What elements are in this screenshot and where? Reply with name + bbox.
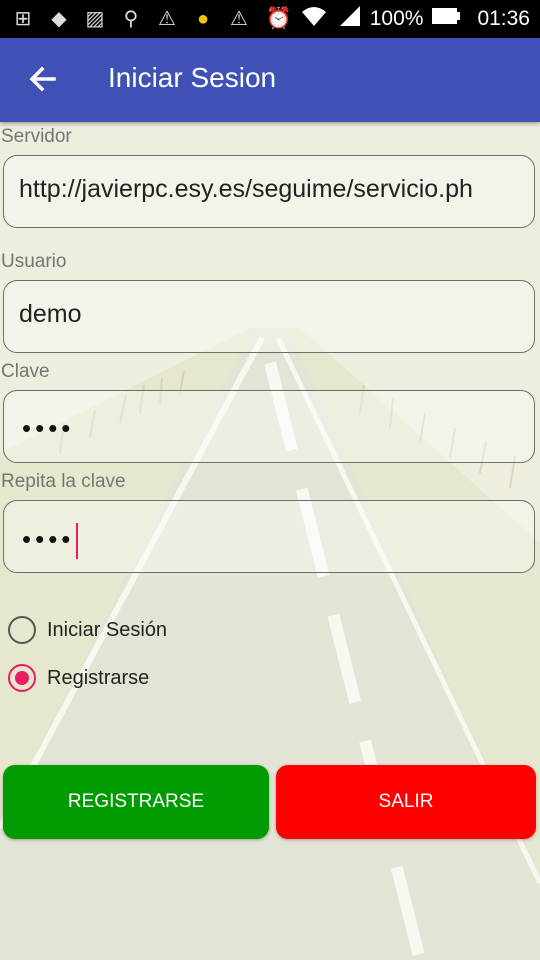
exit-button[interactable]: SALIR [276,765,536,839]
battery-percent: 100% [369,7,424,30]
password-label: Clave [1,361,50,382]
radio-login[interactable]: Iniciar Sesión [8,616,167,644]
repeat-password-row: •••• [22,523,79,559]
user-label: Usuario [1,251,67,272]
radio-register[interactable]: Registrarse [8,664,149,692]
page-title: Iniciar Sesion [108,62,277,93]
repeat-password-mask: •••• [22,523,75,554]
server-label: Servidor [1,126,72,147]
alarm-icon: ⏰ [265,7,292,30]
search-icon: ⚲ [123,8,139,30]
text-cursor [76,523,79,559]
signal-icon [336,4,362,34]
bulb-icon: ● [196,8,210,30]
notification-icons: ⊞ ◆ ▨ ⚲ ⚠ ● ⚠ [10,6,252,32]
app-toolbar: Iniciar Sesion [0,38,540,122]
repeat-password-label: Repita la clave [1,471,126,492]
status-bar: ⊞ ◆ ▨ ⚲ ⚠ ● ⚠ ⏰ 100% 01:36 [0,0,540,38]
radio-register-label: Registrarse [47,666,150,689]
wifi-icon [300,4,328,34]
repeat-password-field[interactable]: •••• [3,500,535,573]
server-value: http://javierpc.esy.es/seguime/servicio.… [19,175,473,203]
server-field[interactable]: http://javierpc.esy.es/seguime/servicio.… [3,155,535,228]
password-field[interactable]: •••• [3,390,535,463]
user-value: demo [19,300,82,328]
status-right: ⏰ 100% 01:36 [266,0,530,38]
register-button[interactable]: REGISTRARSE [3,765,269,839]
back-arrow-icon[interactable] [22,60,62,100]
cat-icon: ◆ [51,8,67,30]
battery-icon [431,7,461,31]
password-mask: •••• [22,413,75,443]
radio-login-label: Iniciar Sesión [47,618,168,641]
radio-register-circle[interactable] [8,664,36,692]
warning-icon: ⚠ [158,8,176,30]
warning-icon: ⚠ [230,8,248,30]
add-box-icon: ⊞ [14,8,32,30]
image-icon: ▨ [85,8,105,30]
user-field[interactable]: demo [3,280,535,353]
radio-login-circle[interactable] [8,616,36,644]
clock: 01:36 [477,7,530,30]
